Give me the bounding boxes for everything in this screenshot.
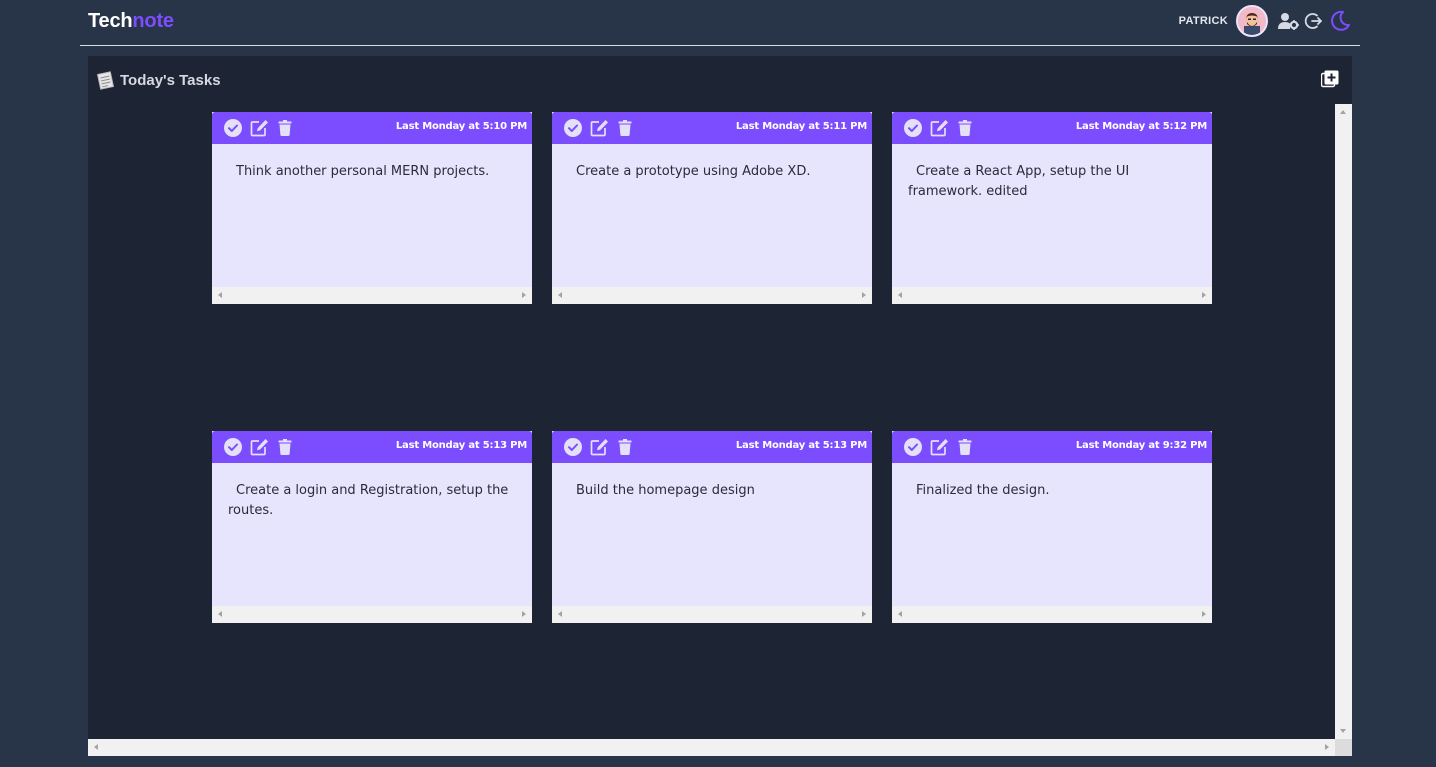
- card-header: Last Monday at 5:13 PM: [552, 431, 872, 463]
- card-timestamp: Last Monday at 5:13 PM: [395, 440, 527, 451]
- moon-icon[interactable]: [1328, 9, 1352, 33]
- card-header: Last Monday at 5:13 PM: [212, 431, 532, 463]
- card-scrollbar[interactable]: [892, 287, 1212, 304]
- check-circle-icon[interactable]: [903, 437, 923, 457]
- card-text[interactable]: Think another personal MERN projects.: [212, 144, 532, 287]
- logout-icon[interactable]: [1304, 11, 1324, 31]
- check-circle-icon[interactable]: [563, 437, 583, 457]
- task-card: Last Monday at 5:13 PM Create a login an…: [212, 431, 532, 623]
- card-scrollbar[interactable]: [552, 606, 872, 623]
- card-text[interactable]: Create a login and Registration, setup t…: [212, 463, 532, 606]
- card-text[interactable]: Create a prototype using Adobe XD.: [552, 144, 872, 287]
- card-text[interactable]: Build the homepage design: [552, 463, 872, 606]
- horizontal-scrollbar[interactable]: [88, 739, 1335, 756]
- card-timestamp: Last Monday at 5:11 PM: [735, 121, 867, 132]
- scroll-right-arrow[interactable]: [522, 292, 526, 298]
- check-circle-icon[interactable]: [223, 118, 243, 138]
- top-navbar: Technote PATRICK: [80, 0, 1360, 46]
- trash-icon[interactable]: [955, 118, 975, 138]
- panel-title: Today's Tasks: [96, 71, 221, 90]
- task-card: Last Monday at 5:13 PM Build the homepag…: [552, 431, 872, 623]
- task-card: Last Monday at 9:32 PM Finalized the des…: [892, 431, 1212, 623]
- card-header: Last Monday at 5:12 PM: [892, 112, 1212, 144]
- scroll-right-arrow[interactable]: [862, 611, 866, 617]
- card-timestamp: Last Monday at 5:12 PM: [1075, 121, 1207, 132]
- username-label: PATRICK: [1178, 15, 1228, 27]
- edit-icon[interactable]: [589, 437, 609, 457]
- notepad-icon: [96, 71, 115, 90]
- tasks-panel: Today's Tasks Last Monday at 5:10 PM Thi…: [88, 56, 1352, 756]
- edit-icon[interactable]: [249, 437, 269, 457]
- scroll-down-arrow[interactable]: [1340, 729, 1346, 733]
- trash-icon[interactable]: [275, 118, 295, 138]
- user-settings-icon[interactable]: [1278, 12, 1300, 30]
- brand-text-note: note: [132, 10, 174, 32]
- trash-icon[interactable]: [275, 437, 295, 457]
- check-circle-icon[interactable]: [903, 118, 923, 138]
- task-card: Last Monday at 5:11 PM Create a prototyp…: [552, 112, 872, 304]
- card-scrollbar[interactable]: [212, 606, 532, 623]
- brand-text-tech: Tech: [88, 10, 133, 32]
- scroll-left-arrow[interactable]: [558, 292, 562, 298]
- trash-icon[interactable]: [615, 118, 635, 138]
- task-card: Last Monday at 5:10 PM Think another per…: [212, 112, 532, 304]
- card-timestamp: Last Monday at 9:32 PM: [1075, 440, 1207, 451]
- brand-logo[interactable]: Technote: [88, 10, 174, 33]
- scroll-left-arrow[interactable]: [898, 611, 902, 617]
- card-timestamp: Last Monday at 5:13 PM: [735, 440, 867, 451]
- avatar[interactable]: [1236, 5, 1268, 37]
- edit-icon[interactable]: [249, 118, 269, 138]
- card-scrollbar[interactable]: [892, 606, 1212, 623]
- card-text[interactable]: Create a React App, setup the UI framewo…: [892, 144, 1212, 287]
- scroll-left-arrow[interactable]: [94, 744, 98, 750]
- card-scrollbar[interactable]: [212, 287, 532, 304]
- card-header: Last Monday at 5:11 PM: [552, 112, 872, 144]
- panel-title-text: Today's Tasks: [120, 72, 221, 89]
- card-text[interactable]: Finalized the design.: [892, 463, 1212, 606]
- vertical-scrollbar[interactable]: [1335, 104, 1352, 739]
- card-header: Last Monday at 9:32 PM: [892, 431, 1212, 463]
- task-card: Last Monday at 5:12 PM Create a React Ap…: [892, 112, 1212, 304]
- edit-icon[interactable]: [929, 118, 949, 138]
- user-area: PATRICK: [1179, 5, 1352, 37]
- scroll-left-arrow[interactable]: [558, 611, 562, 617]
- scroll-right-arrow[interactable]: [1202, 611, 1206, 617]
- scroll-left-arrow[interactable]: [898, 292, 902, 298]
- check-circle-icon[interactable]: [563, 118, 583, 138]
- scroll-right-arrow[interactable]: [1202, 292, 1206, 298]
- scroll-right-arrow[interactable]: [522, 611, 526, 617]
- scroll-left-arrow[interactable]: [218, 292, 222, 298]
- add-square-icon: [1320, 70, 1339, 88]
- edit-icon[interactable]: [929, 437, 949, 457]
- edit-icon[interactable]: [589, 118, 609, 138]
- scroll-up-arrow[interactable]: [1340, 110, 1346, 114]
- add-task-button[interactable]: [1320, 70, 1339, 88]
- card-scrollbar[interactable]: [552, 287, 872, 304]
- scroll-left-arrow[interactable]: [218, 611, 222, 617]
- scroll-right-arrow[interactable]: [862, 292, 866, 298]
- card-header: Last Monday at 5:10 PM: [212, 112, 532, 144]
- scroll-right-arrow[interactable]: [1325, 744, 1329, 750]
- trash-icon[interactable]: [955, 437, 975, 457]
- trash-icon[interactable]: [615, 437, 635, 457]
- check-circle-icon[interactable]: [223, 437, 243, 457]
- card-timestamp: Last Monday at 5:10 PM: [395, 121, 527, 132]
- scrollbar-corner: [1335, 739, 1352, 756]
